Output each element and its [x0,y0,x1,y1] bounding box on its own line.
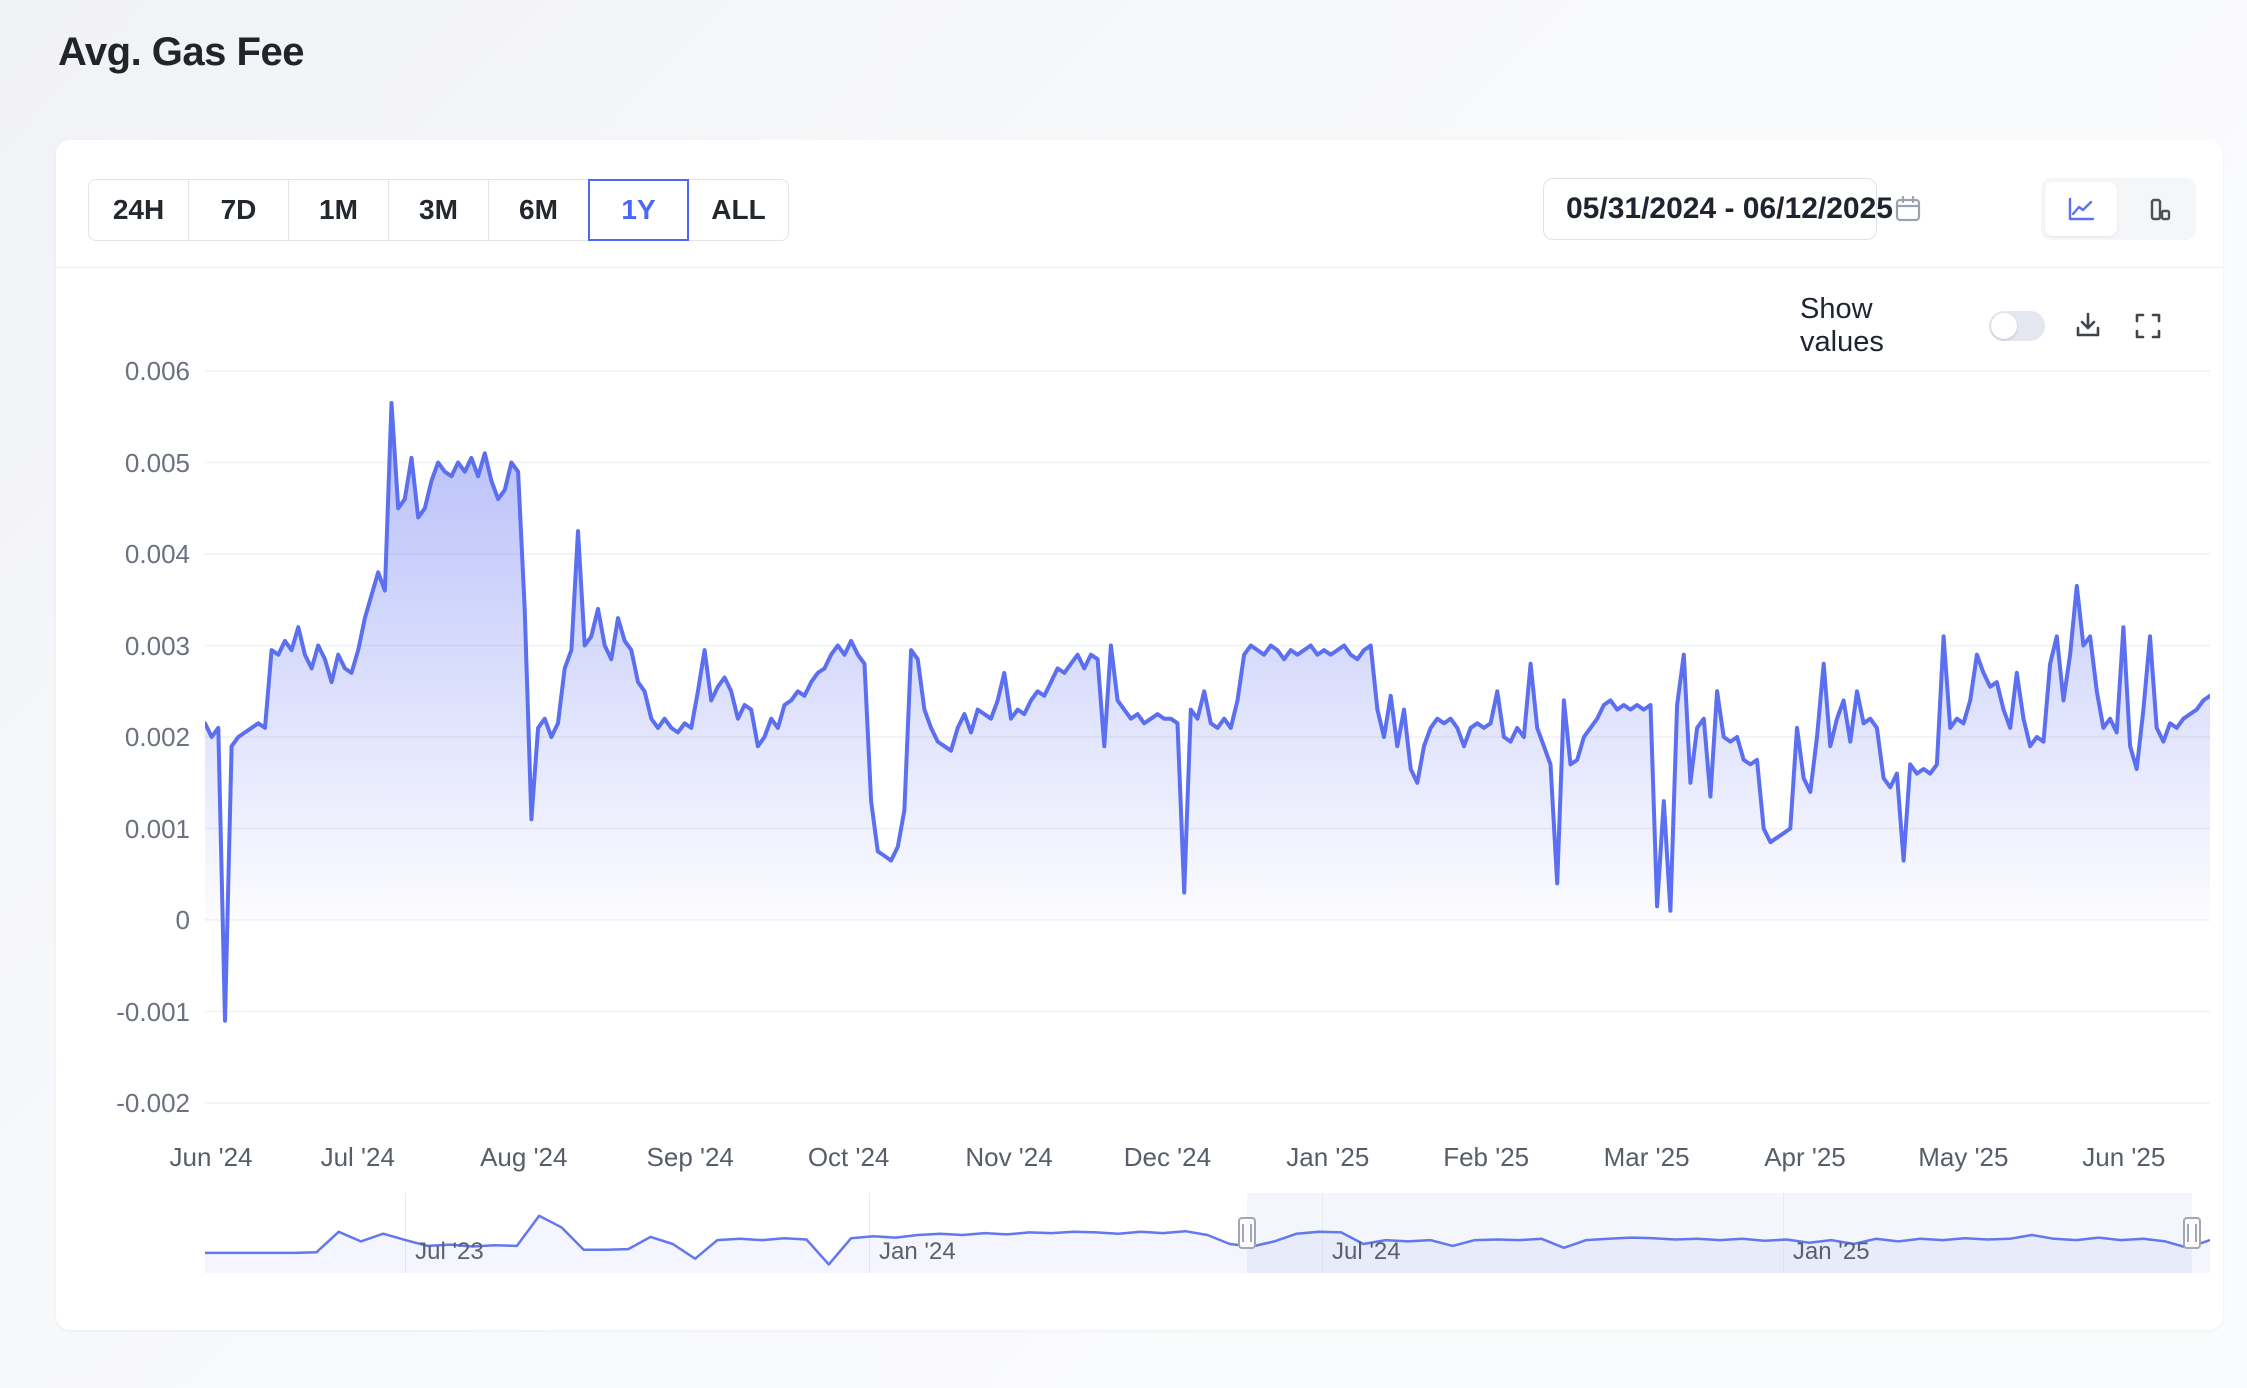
navigator-left-handle[interactable] [1238,1217,1256,1249]
range-button-1m[interactable]: 1M [288,179,389,241]
y-tick-label: -0.002 [70,1088,190,1118]
x-tick-label: Jun '25 [2054,1142,2194,1172]
x-tick-label: Jan '25 [1258,1142,1398,1172]
y-tick-label: 0.002 [70,722,190,752]
x-tick-label: Dec '24 [1097,1142,1237,1172]
x-tick-label: Apr '25 [1735,1142,1875,1172]
x-tick-label: Aug '24 [454,1142,594,1172]
calendar-icon[interactable] [1893,194,1923,224]
column-chart-toggle[interactable] [2121,182,2193,236]
time-range-group: 24H7D1M3M6M1YALL [88,179,789,241]
x-tick-label: Sep '24 [620,1142,760,1172]
line-chart-toggle[interactable] [2045,182,2117,236]
toolbar-divider [56,267,2223,268]
column-chart-icon [2141,193,2173,225]
x-tick-label: Mar '25 [1577,1142,1717,1172]
download-icon[interactable] [2071,309,2105,343]
chart-controls-row: Show values [1800,303,2165,349]
line-chart-icon [2065,193,2097,225]
y-tick-label: 0.005 [70,448,190,478]
x-tick-label: May '25 [1893,1142,2033,1172]
date-range-value: 05/31/2024 - 06/12/2025 [1566,192,1893,226]
y-tick-label: 0.001 [70,814,190,844]
fullscreen-icon[interactable] [2131,309,2165,343]
navigator-right-handle[interactable] [2183,1217,2201,1249]
y-tick-label: 0.006 [70,356,190,386]
range-button-24h[interactable]: 24H [88,179,189,241]
range-button-3m[interactable]: 3M [388,179,489,241]
x-tick-label: Nov '24 [939,1142,1079,1172]
x-tick-label: Oct '24 [779,1142,919,1172]
x-tick-label: Jun '24 [141,1142,281,1172]
range-button-7d[interactable]: 7D [188,179,289,241]
show-values-label: Show values [1800,293,1963,359]
range-button-1y[interactable]: 1Y [588,179,689,241]
chart-type-toggle [2041,178,2196,240]
navigator-chart[interactable] [205,1193,2210,1273]
navigator-label: Jul '24 [1332,1238,1401,1266]
y-tick-label: 0.004 [70,539,190,569]
page-title: Avg. Gas Fee [58,30,304,75]
navigator-label: Jan '25 [1793,1238,1870,1266]
show-values-toggle[interactable] [1989,311,2045,341]
main-chart[interactable] [205,360,2210,1120]
page: Avg. Gas Fee 24H7D1M3M6M1YALL 05/31/2024… [0,0,2247,1388]
range-button-6m[interactable]: 6M [488,179,589,241]
y-tick-label: -0.001 [70,997,190,1027]
toggle-knob [1991,313,2017,339]
y-tick-label: 0.003 [70,631,190,661]
navigator-label: Jul '23 [415,1238,484,1266]
x-tick-label: Feb '25 [1416,1142,1556,1172]
date-range-input[interactable]: 05/31/2024 - 06/12/2025 [1543,178,1877,240]
navigator-label: Jan '24 [879,1238,956,1266]
y-tick-label: 0 [70,905,190,935]
range-button-all[interactable]: ALL [688,179,789,241]
x-tick-label: Jul '24 [288,1142,428,1172]
